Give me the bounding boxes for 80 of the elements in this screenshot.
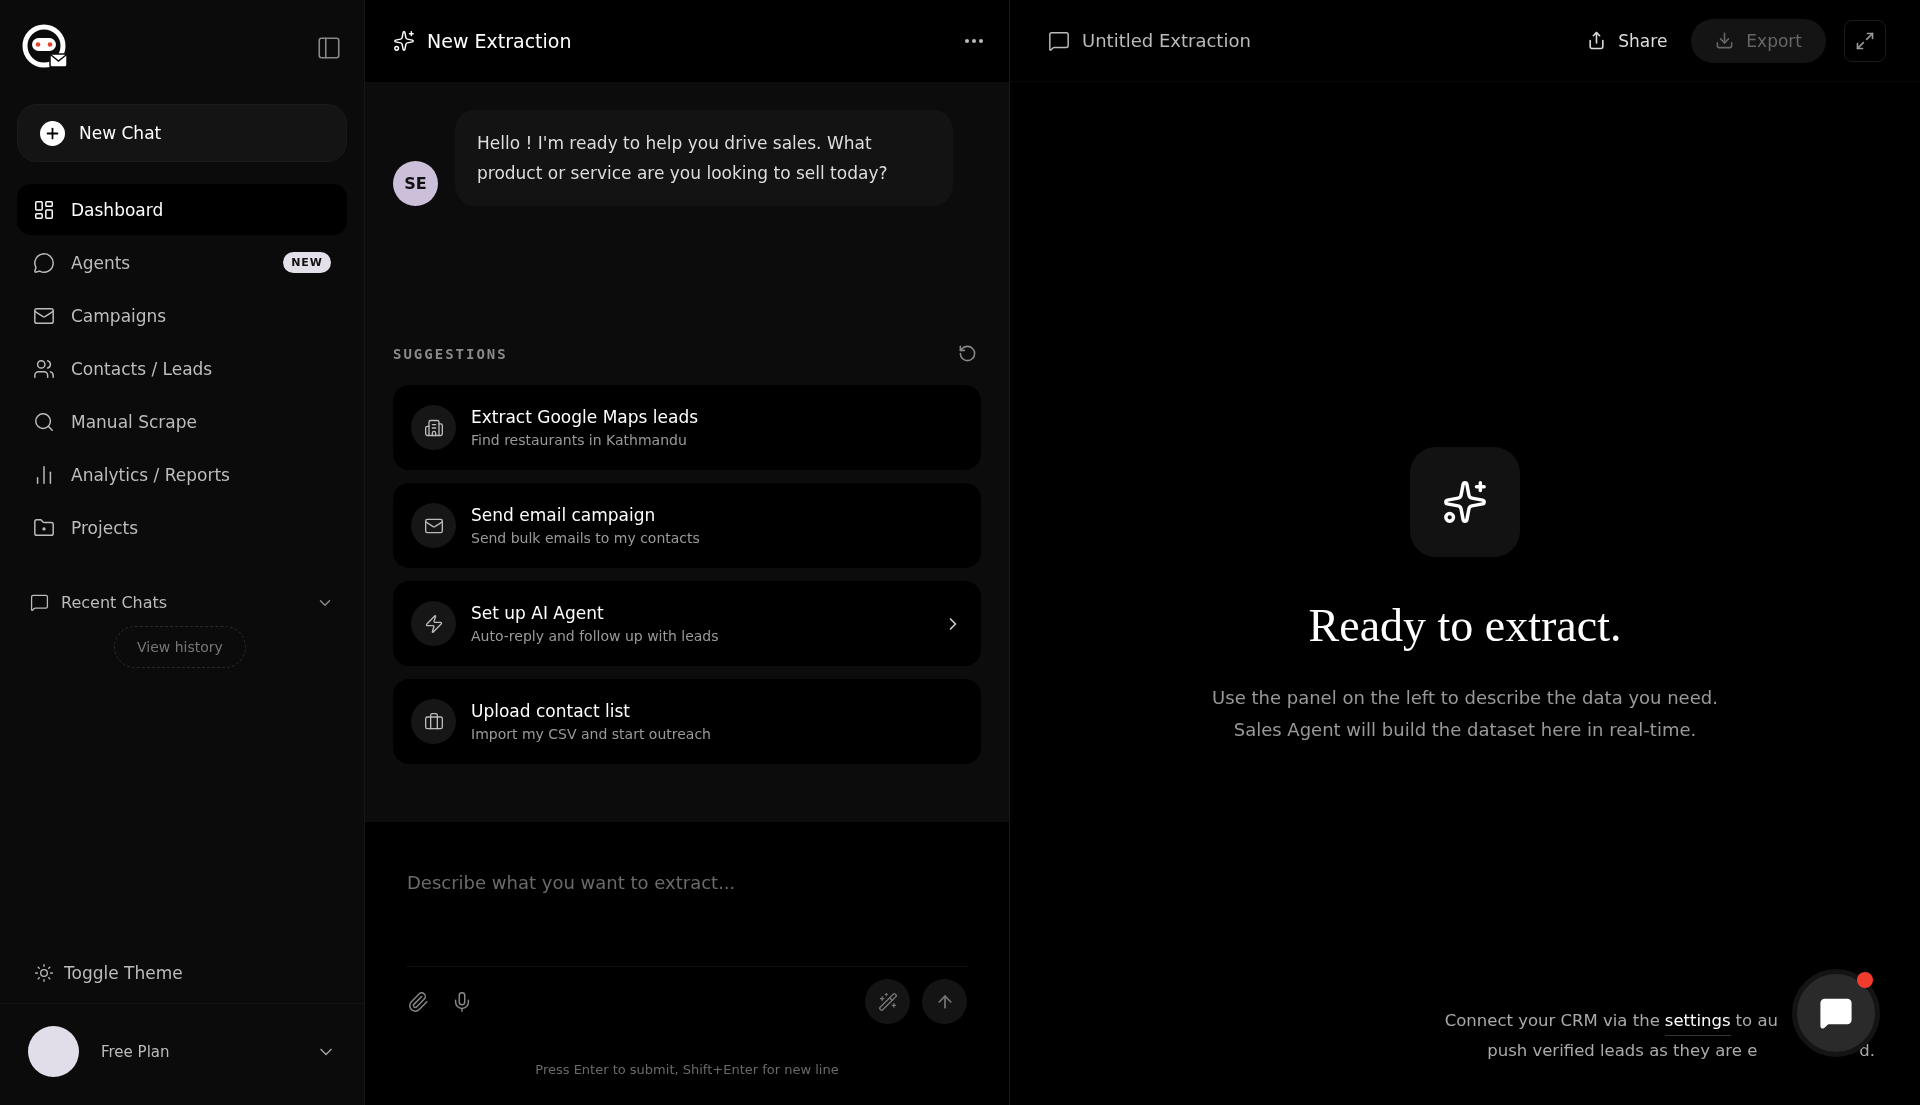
suggestion-subtitle: Import my CSV and start outreach (471, 726, 712, 742)
ellipsis-icon (965, 39, 983, 43)
sparkles-icon (1410, 447, 1520, 557)
suggestion-subtitle: Find restaurants in Kathmandu (471, 432, 688, 448)
suggestion-subtitle: Send bulk emails to my contacts (471, 530, 701, 546)
agent-avatar: SE (393, 161, 438, 206)
share-button[interactable]: Share (1581, 29, 1674, 52)
nav-item[interactable]: Campaigns (17, 290, 347, 341)
nav-item[interactable]: Agents NEW (17, 237, 347, 288)
suggestion-card[interactable]: Set up AI Agent Auto-reply and follow up with leads (393, 581, 981, 666)
plan-label: Free Plan (101, 1042, 170, 1061)
empty-state-text: Sales Agent will build the dataset here in real-time. (1233, 718, 1697, 742)
extraction-title: Untitled Extraction (1082, 30, 1251, 51)
user-avatar[interactable] (28, 1026, 79, 1077)
paperclip-icon (407, 990, 429, 1013)
briefcase-icon (411, 699, 456, 744)
suggestions-heading: SUGGESTIONS (393, 345, 508, 362)
crm-note-text: Connect your CRM via the (1444, 1010, 1660, 1032)
suggestion-title: Upload contact list (471, 701, 631, 721)
send-button[interactable] (922, 979, 967, 1024)
refresh-icon (958, 344, 977, 363)
prompt-input[interactable]: Describe what you want to extract... (407, 872, 967, 966)
nav-item[interactable]: Analytics / Reports (17, 449, 347, 500)
expand-icon (1855, 30, 1875, 51)
settings-link[interactable]: settings (1664, 1006, 1731, 1036)
attach-button[interactable] (407, 990, 429, 1013)
dashboard-icon (33, 198, 55, 221)
search-icon (33, 410, 55, 433)
lightning-icon (411, 601, 456, 646)
chat-bubble-icon (1819, 996, 1853, 1030)
crm-note-text: d. (1859, 1040, 1875, 1062)
building-icon (411, 405, 456, 450)
nav-label: Projects (71, 517, 139, 538)
prompt-box[interactable]: Describe what you want to extract... Press Enter to submit, Shift+Enter for new line (365, 822, 1009, 1105)
magic-wand-icon (877, 991, 898, 1012)
magic-wand-button[interactable] (865, 979, 910, 1024)
nav-label: Analytics / Reports (71, 464, 230, 485)
nav-label: Manual Scrape (71, 411, 197, 432)
crm-note-text: to au (1735, 1010, 1778, 1032)
crm-note-text: push verified leads as they are e (1487, 1040, 1758, 1062)
suggestion-title: Set up AI Agent (471, 603, 605, 623)
toggle-theme-button[interactable]: Toggle Theme (0, 943, 364, 1003)
chat-title: New Extraction (427, 30, 572, 52)
sparkles-icon (393, 30, 415, 52)
keyboard-hint: Press Enter to submit, Shift+Enter for new line (534, 1062, 840, 1077)
nav-label: Contacts / Leads (71, 358, 213, 379)
nav-item[interactable]: Projects (17, 502, 347, 553)
nav-label: Dashboard (71, 199, 164, 220)
new-chat-button[interactable]: New Chat (17, 104, 347, 162)
suggestion-card[interactable]: Extract Google Maps leads Find restaurants in Kathmandu (393, 385, 981, 470)
share-icon (1587, 31, 1607, 50)
nav-label: Campaigns (71, 305, 167, 326)
empty-state-title: Ready to extract. (1308, 599, 1622, 652)
nav-item[interactable]: Manual Scrape (17, 396, 347, 447)
plus-icon (40, 120, 65, 146)
nav-item[interactable]: Contacts / Leads (17, 343, 347, 394)
suggestion-subtitle: Auto-reply and follow up with leads (471, 628, 720, 644)
suggestion-title: Send email campaign (471, 505, 657, 525)
nav-item[interactable]: Dashboard (17, 184, 347, 235)
empty-state-text: Use the panel on the left to describe the data you need. (1212, 686, 1718, 710)
sidebar-panel-icon (316, 35, 342, 61)
nav-label: Agents (71, 252, 131, 273)
suggestion-card[interactable]: Send email campaign Send bulk emails to my contacts (393, 483, 981, 568)
mail-icon (411, 503, 456, 548)
users-icon (33, 357, 55, 380)
suggestion-card[interactable]: Upload contact list Import my CSV and start outreach (393, 679, 981, 764)
new-badge: NEW (283, 252, 331, 273)
download-icon (1715, 31, 1735, 50)
expand-button[interactable] (1844, 19, 1886, 62)
sun-icon (34, 963, 54, 983)
sidebar-toggle-button[interactable] (316, 35, 342, 61)
agent-message: Hello ! I'm ready to help you drive sales. What product or service are you looking to sell today? (455, 110, 953, 206)
chat-bubble-icon (30, 593, 49, 612)
recent-chats-title: Recent Chats (61, 593, 168, 612)
chat-bubble-icon (1048, 29, 1070, 52)
refresh-button[interactable] (958, 344, 977, 363)
chat-bubble-icon (33, 251, 55, 274)
suggestion-title: Extract Google Maps leads (471, 407, 700, 427)
folder-icon (33, 516, 55, 539)
more-options-button[interactable] (965, 39, 983, 43)
